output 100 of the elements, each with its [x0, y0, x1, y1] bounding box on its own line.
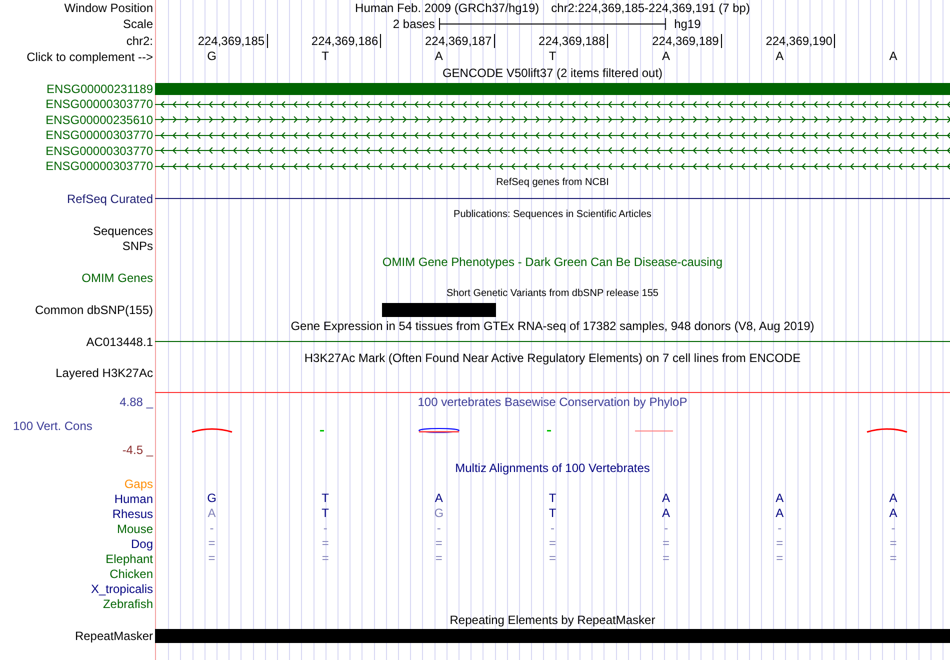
scale-text: 2 bases: [392, 17, 436, 31]
base-letter: A: [889, 50, 898, 63]
alignment-base: -: [323, 522, 328, 535]
track-caption: RefSeq genes from NCBI: [496, 176, 609, 188]
track-label[interactable]: Layered H3K27Ac: [56, 366, 153, 380]
alignment-base: =: [548, 537, 556, 550]
base-letter: G: [207, 50, 216, 63]
alignment-base: =: [208, 552, 216, 565]
alignment-base: =: [776, 552, 784, 565]
gene-line[interactable]: [155, 130, 950, 141]
gene-line[interactable]: [155, 145, 950, 156]
alignment-base: =: [662, 537, 670, 550]
alignment-base: -: [664, 522, 668, 535]
alignment-base: =: [322, 552, 329, 565]
track-label[interactable]: ENSG00000235610: [46, 112, 153, 127]
gene-line[interactable]: [155, 114, 950, 126]
alignment-base: A: [776, 492, 784, 505]
track-caption: Publications: Sequences in Scientific Articles: [454, 208, 652, 220]
gene-line[interactable]: [155, 160, 950, 172]
axis-min-label: -4.5 _: [121, 443, 153, 457]
assembly-text: Human Feb. 2009 (GRCh37/hg19): [355, 1, 540, 15]
track-label[interactable]: ENSG00000303770: [46, 144, 153, 158]
alignment-base: -: [550, 522, 554, 535]
track-label[interactable]: Window Position: [64, 1, 153, 15]
track-label[interactable]: 100 Vert. Cons: [0, 419, 153, 433]
ruler-position: 224,369,189: [652, 34, 722, 48]
track-label[interactable]: ENSG00000303770: [46, 97, 153, 112]
gene-bar[interactable]: [155, 82, 950, 95]
ruler-position: 224,369,187: [424, 34, 495, 48]
track-title: Multiz Alignments of 100 Vertebrates: [455, 460, 650, 474]
base-letter: A: [662, 50, 670, 63]
feature-block[interactable]: [382, 302, 496, 316]
ruler-position: 224,369,185: [198, 34, 268, 48]
track-label[interactable]: Scale: [122, 17, 153, 31]
alignment-base: A: [662, 492, 670, 505]
alignment-base: =: [435, 552, 442, 565]
ruler-position: 224,369,188: [538, 34, 608, 48]
species-label[interactable]: Zebrafish: [102, 596, 153, 610]
ruler-position: 224,369,190: [766, 34, 836, 48]
track-caption: Short Genetic Variants from dbSNP release 155: [446, 288, 658, 300]
species-label[interactable]: X_tropicalis: [90, 582, 153, 596]
track-title: H3K27Ac Mark (Often Found Near Active Regulatory Elements) on 7 cell lines from ENCODE: [304, 350, 801, 364]
track-label[interactable]: ENSG00000231189: [46, 82, 153, 96]
track-title: Gene Expression in 54 tissues from GTEx RNA-seq of 17382 samples, 948 donors (V8, Aug 2019): [290, 318, 814, 332]
alignment-base: =: [776, 537, 784, 550]
species-label[interactable]: Human: [114, 492, 153, 506]
base-letter: T: [322, 50, 330, 63]
alignment-base: =: [662, 552, 670, 565]
alignment-base: A: [889, 507, 898, 520]
feature-block[interactable]: [836, 628, 950, 642]
track-label[interactable]: OMIM Genes: [82, 270, 153, 284]
alignment-base: -: [778, 522, 782, 535]
alignment-base: T: [322, 492, 330, 505]
species-label[interactable]: Mouse: [116, 522, 153, 536]
alignment-base: -: [436, 522, 441, 535]
alignment-base: A: [776, 507, 784, 520]
base-letter: A: [776, 50, 784, 63]
track-label[interactable]: Common dbSNP(155): [34, 302, 153, 316]
alignment-base: =: [890, 537, 897, 550]
track-label[interactable]: AC013448.1: [86, 334, 153, 348]
alignment-base: =: [548, 552, 556, 565]
alignment-base: A: [434, 492, 443, 505]
track-title: Repeating Elements by RepeatMasker: [450, 612, 656, 626]
base-letter: T: [548, 50, 556, 63]
complement-link[interactable]: Click to complement -->: [26, 50, 153, 64]
alignment-base: =: [208, 537, 216, 550]
alignment-base: G: [207, 492, 216, 505]
alignment-base: -: [891, 522, 896, 535]
gene-line[interactable]: [155, 98, 950, 110]
alignment-base: T: [548, 492, 556, 505]
species-label[interactable]: Dog: [130, 536, 153, 550]
track-label[interactable]: RepeatMasker: [74, 628, 153, 642]
alignment-base: A: [208, 507, 216, 520]
species-label[interactable]: Chicken: [110, 566, 153, 580]
track-title: 100 vertebrates Basewise Conservation by PhyloP: [418, 395, 688, 409]
track-label[interactable]: Sequences: [92, 224, 153, 238]
species-label[interactable]: Rhesus: [112, 506, 153, 520]
alignment-base: A: [662, 507, 670, 520]
alignment-base: -: [210, 522, 214, 535]
alignment-base: =: [435, 537, 442, 550]
alignment-base: =: [890, 552, 897, 565]
track-title: GENCODE V50lift37 (2 items filtered out): [442, 66, 663, 80]
alignment-base: =: [322, 537, 329, 550]
position-text: chr2:224,369,185-224,369,191 (7 bp): [551, 1, 750, 15]
alignment-base: A: [889, 492, 898, 505]
species-label[interactable]: Elephant: [106, 552, 153, 566]
genome-text: hg19: [673, 17, 701, 31]
alignment-base: T: [322, 507, 330, 520]
alignment-base: T: [548, 507, 556, 520]
ruler-position: 224,369,186: [311, 34, 382, 48]
alignment-base: G: [434, 507, 444, 520]
track-label[interactable]: SNPs: [122, 238, 153, 252]
base-letter: A: [434, 50, 443, 63]
feature-block[interactable]: [155, 628, 269, 642]
track-title: OMIM Gene Phenotypes - Dark Green Can Be Disease-causing: [382, 254, 723, 268]
track-label[interactable]: ENSG00000303770: [46, 128, 153, 142]
track-label[interactable]: RefSeq Curated: [66, 192, 153, 206]
axis-max-label: 4.88 _: [118, 395, 153, 409]
track-label[interactable]: ENSG00000303770: [46, 159, 153, 174]
track-label[interactable]: chr2:: [126, 34, 153, 48]
